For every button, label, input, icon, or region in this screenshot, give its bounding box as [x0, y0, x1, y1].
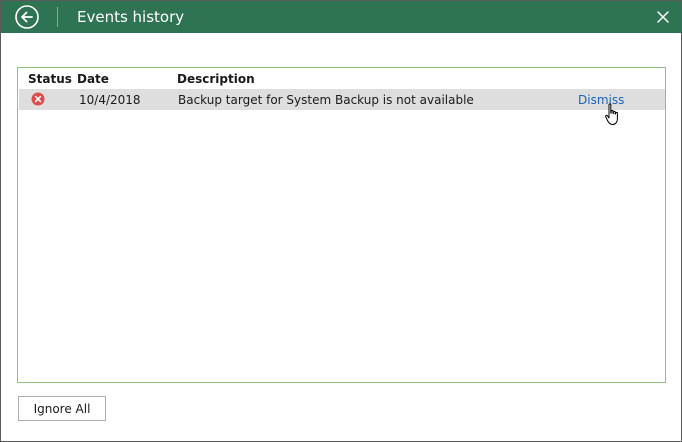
dismiss-link[interactable]: Dismiss: [578, 92, 624, 108]
title-divider: [57, 7, 58, 27]
close-x-icon: [657, 11, 669, 23]
row-description: Backup target for System Backup is not a…: [178, 93, 474, 107]
back-button[interactable]: [15, 5, 39, 29]
column-header-date[interactable]: Date: [77, 71, 109, 87]
error-circle-icon: [31, 92, 45, 106]
table-row[interactable]: 10/4/2018 Backup target for System Backu…: [19, 89, 665, 110]
table-header: Status Date Description: [18, 68, 665, 89]
events-table: Status Date Description 10/4/2018 Backup…: [17, 67, 666, 383]
ignore-all-button[interactable]: Ignore All: [18, 396, 106, 421]
back-arrow-circle-icon: [15, 5, 39, 29]
close-button[interactable]: [655, 9, 671, 25]
window-title: Events history: [77, 8, 185, 26]
row-date: 10/4/2018: [79, 93, 141, 107]
column-header-description[interactable]: Description: [177, 71, 255, 87]
column-header-status[interactable]: Status: [28, 71, 72, 87]
events-history-window: Events history Status Date Description 1…: [0, 0, 682, 442]
title-bar: Events history: [1, 1, 681, 33]
